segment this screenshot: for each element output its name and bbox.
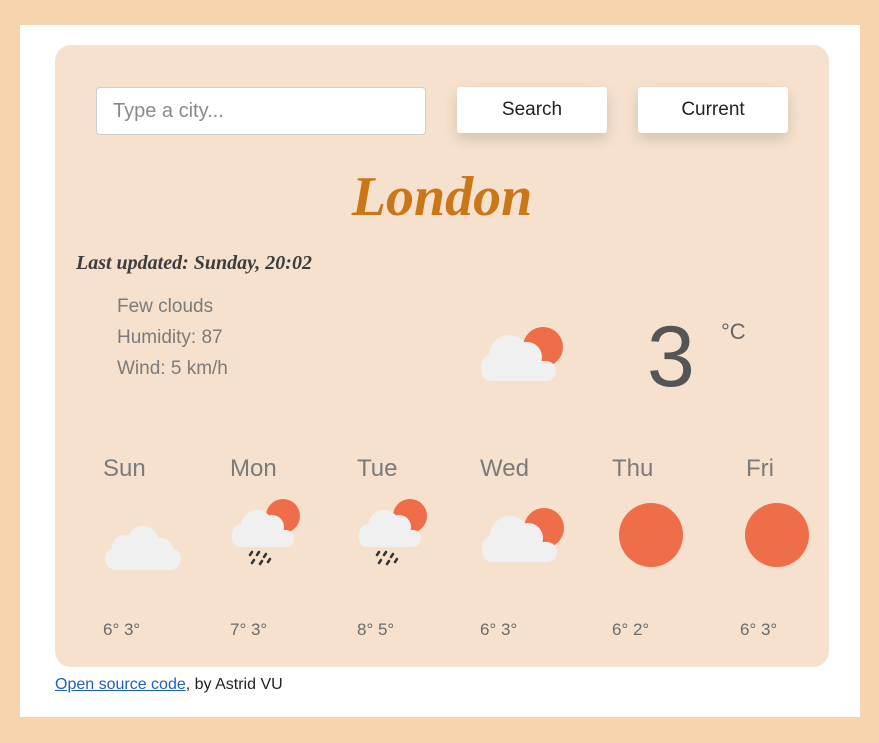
forecast-day-name: Mon bbox=[230, 455, 277, 482]
few-clouds-icon bbox=[479, 321, 569, 387]
rain-sun-cloud-icon bbox=[357, 494, 432, 573]
footer-credit: , by Astrid VU bbox=[185, 676, 283, 693]
weather-card: Search Current London Last updated: Sund… bbox=[55, 45, 829, 667]
weather-details: Few clouds Humidity: 87 Wind: 5 km/h bbox=[117, 291, 228, 384]
weather-description: Few clouds bbox=[117, 296, 214, 317]
current-temperature: 3 bbox=[647, 309, 695, 405]
forecast-temps: 6° 2° bbox=[612, 620, 650, 639]
city-name: London bbox=[351, 166, 533, 228]
current-location-button[interactable]: Current bbox=[638, 87, 788, 133]
wind-text: Wind: 5 km/h bbox=[117, 358, 228, 379]
search-button[interactable]: Search bbox=[457, 87, 607, 133]
forecast-temps: 6° 3° bbox=[740, 620, 778, 639]
forecast-temps: 7° 3° bbox=[230, 620, 268, 639]
city-search-input[interactable] bbox=[96, 87, 426, 135]
footer: Open source code, by Astrid VU bbox=[55, 676, 283, 694]
forecast-day-name: Sun bbox=[103, 455, 146, 482]
forecast-temps: 8° 5° bbox=[357, 620, 395, 639]
page-container: Search Current London Last updated: Sund… bbox=[20, 25, 860, 717]
rain-sun-cloud-icon bbox=[230, 494, 305, 573]
forecast-row: Sun 6° 3° Mon 7° 3° Tue 8° 5° Wed 6° 3° … bbox=[55, 450, 829, 650]
forecast-temps: 6° 3° bbox=[480, 620, 518, 639]
last-updated-text: Last updated: Sunday, 20:02 bbox=[76, 252, 312, 274]
sun-icon bbox=[618, 502, 684, 572]
forecast-day-name: Tue bbox=[357, 455, 398, 482]
forecast-temps: 6° 3° bbox=[103, 620, 141, 639]
temperature-unit-toggle[interactable]: °C bbox=[721, 319, 746, 345]
forecast-day-name: Thu bbox=[612, 455, 654, 482]
open-source-link[interactable]: Open source code bbox=[55, 676, 186, 693]
forecast-day-name: Fri bbox=[746, 455, 774, 482]
cloud-icon bbox=[103, 518, 183, 577]
few-clouds-icon bbox=[480, 502, 570, 568]
sun-icon bbox=[744, 502, 810, 572]
forecast-day-name: Wed bbox=[480, 455, 529, 482]
humidity-text: Humidity: 87 bbox=[117, 327, 223, 348]
